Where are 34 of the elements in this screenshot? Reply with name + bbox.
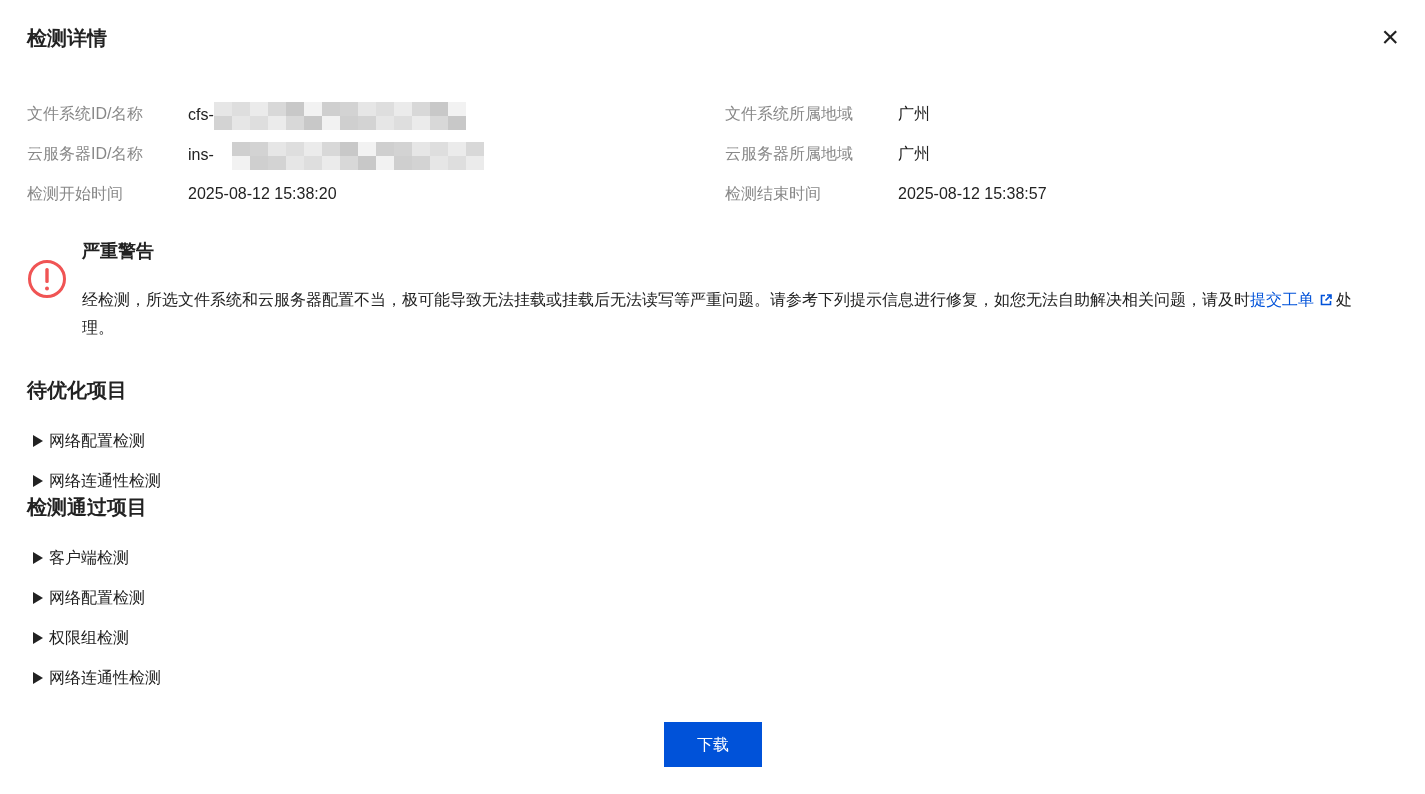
caret-icon: [33, 632, 43, 644]
download-button[interactable]: 下载: [663, 722, 762, 767]
caret-icon: [33, 672, 43, 684]
disclosure-item[interactable]: 权限组检测: [27, 626, 1398, 650]
field-value: cfs-: [188, 106, 214, 124]
ticket-link[interactable]: 提交工单: [1250, 291, 1336, 308]
external-link-icon: [1320, 294, 1332, 306]
field-value: 广州: [898, 145, 930, 162]
field-value: 2025-08-12 15:38:20: [188, 185, 337, 202]
field-value: 广州: [898, 105, 930, 122]
caret-icon: [33, 435, 43, 447]
close-button[interactable]: ×: [1381, 22, 1399, 52]
caret-icon: [33, 475, 43, 487]
caret-icon: [33, 592, 43, 604]
disclosure-item[interactable]: 客户端检测: [27, 546, 1398, 570]
alert-title: 严重警告: [82, 240, 155, 263]
disclosure-item[interactable]: 网络连通性检测: [27, 469, 1398, 493]
field-label: 检测结束时间: [725, 184, 822, 204]
warning-icon: [27, 259, 67, 299]
disclosure-item[interactable]: 网络配置检测: [27, 429, 1398, 453]
field-label: 文件系统ID/名称: [27, 104, 145, 124]
disclosure-item[interactable]: 网络配置检测: [27, 586, 1398, 610]
field-value: ins-: [188, 146, 214, 164]
section-title: 检测通过项目: [27, 495, 148, 520]
field-label: 云服务器所属地域: [725, 144, 854, 164]
alert-message: 经检测，所选文件系统和云服务器配置不当，极可能导致无法挂载或挂载后无法读写等严重问题。请参考下列提示信息进行修复，如您无法自助解决相关问题，请及时提交工单 处理。: [82, 290, 1353, 338]
field-label: 检测开始时间: [27, 184, 124, 204]
disclosure-item[interactable]: 网络连通性检测: [27, 666, 1398, 690]
field-label: 文件系统所属地域: [725, 104, 854, 124]
field-label: 云服务器ID/名称: [27, 144, 145, 164]
field-value: 2025-08-12 15:38:57: [898, 185, 1047, 202]
dialog-title: 检测详情: [27, 26, 107, 51]
caret-icon: [33, 552, 43, 564]
section-title: 待优化项目: [27, 378, 128, 403]
